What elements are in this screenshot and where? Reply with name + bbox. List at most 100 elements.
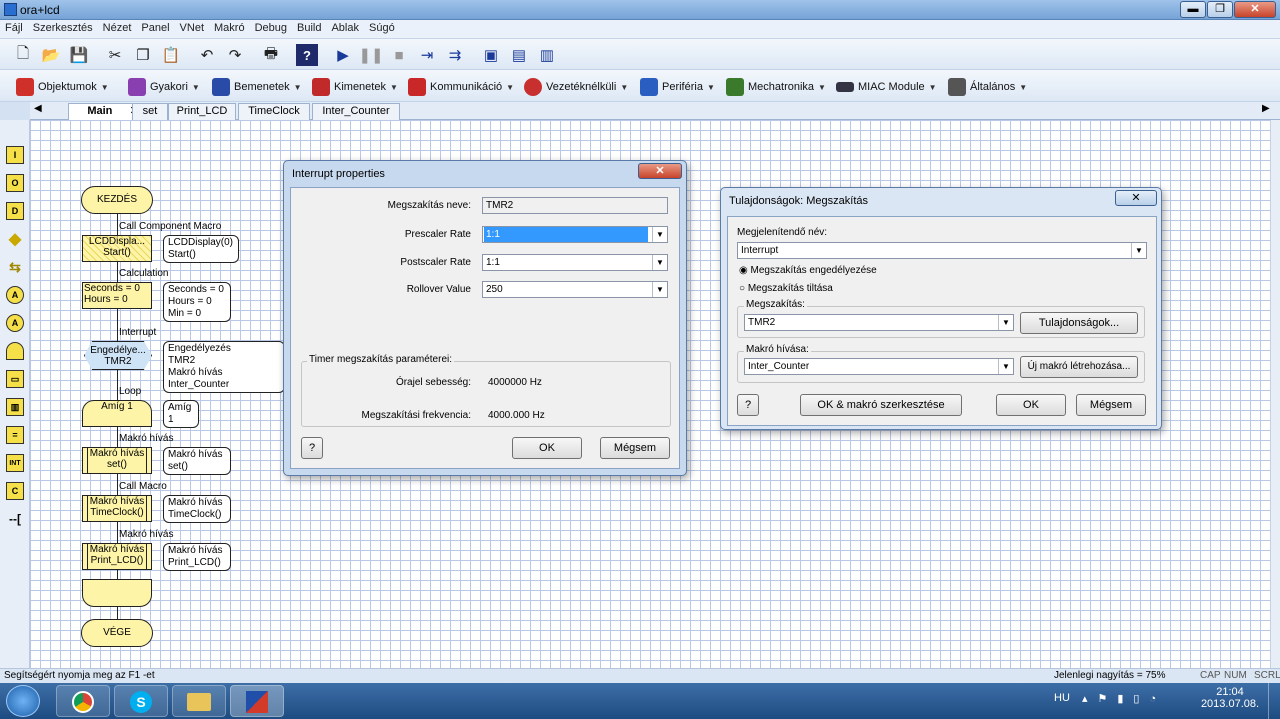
tab-timeclock[interactable]: TimeClock <box>238 103 310 120</box>
postscaler-select[interactable]: 1:1 ▼ <box>482 254 668 271</box>
macro-block-icon[interactable]: ▭ <box>6 370 24 388</box>
show-desktop-button[interactable] <box>1268 683 1280 719</box>
analog-input-icon[interactable]: A <box>6 286 24 304</box>
step-over-icon[interactable]: ⇉ <box>444 44 466 66</box>
redo-icon[interactable]: ↷ <box>224 44 246 66</box>
save-icon[interactable]: 💾 <box>68 44 90 66</box>
minimize-button[interactable]: ▬ <box>1180 1 1206 18</box>
step-into-icon[interactable]: ⇥ <box>416 44 438 66</box>
menu-window[interactable]: Ablak <box>326 20 364 36</box>
component-macro-icon[interactable]: ▥ <box>6 398 24 416</box>
switch-block-icon[interactable]: ⇆ <box>6 258 24 276</box>
ok-button[interactable]: OK <box>996 394 1066 416</box>
open-folder-icon[interactable]: 📂 <box>40 44 62 66</box>
decision-block-icon[interactable]: ◆ <box>6 230 24 248</box>
loop-block[interactable]: Amíg 1 <box>82 400 152 427</box>
undo-icon[interactable]: ↶ <box>196 44 218 66</box>
toolbar-group-outputs[interactable]: Kimenetek ▼ <box>312 76 398 98</box>
dialog-close-button[interactable]: ✕ <box>638 163 682 179</box>
program-icon[interactable]: ▥ <box>536 44 558 66</box>
menu-build[interactable]: Build <box>292 20 326 36</box>
input-block-icon[interactable]: I <box>6 146 24 164</box>
toolbar-group-mechatronics[interactable]: Mechatronika ▼ <box>726 76 826 98</box>
menu-macro[interactable]: Makró <box>209 20 250 36</box>
comment-block-icon[interactable]: --[ <box>6 510 24 528</box>
cancel-button[interactable]: Mégsem <box>1076 394 1146 416</box>
toolbar-group-objects[interactable]: Objektumok ▼ <box>16 76 109 98</box>
toolbar-group-miac[interactable]: MIAC Module ▼ <box>836 76 937 98</box>
menu-vnet[interactable]: VNet <box>175 20 209 36</box>
toolbar-group-communication[interactable]: Kommunikáció ▼ <box>408 76 514 98</box>
tab-set[interactable]: set <box>132 103 168 120</box>
loop-end-block[interactable] <box>82 579 152 607</box>
stop-icon[interactable]: ■ <box>388 44 410 66</box>
menu-file[interactable]: Fájl <box>0 20 28 36</box>
vertical-scrollbar[interactable] <box>1270 120 1280 668</box>
chevron-down-icon[interactable]: ▼ <box>998 315 1013 330</box>
component-macro-block[interactable]: LCDDispla... Start() <box>82 235 152 262</box>
copy-icon[interactable]: ❐ <box>132 44 154 66</box>
analog-output-icon[interactable]: A <box>6 314 24 332</box>
end-terminator[interactable]: VÉGE <box>81 619 153 647</box>
menu-debug[interactable]: Debug <box>250 20 292 36</box>
print-icon[interactable]: 🖶 <box>260 44 282 66</box>
macro-select[interactable]: Inter_Counter ▼ <box>744 358 1014 375</box>
start-button[interactable] <box>6 685 40 717</box>
radio-disable[interactable]: ○ Megszakítás tiltása <box>739 283 833 294</box>
chevron-down-icon[interactable]: ▼ <box>652 227 667 242</box>
menu-panel[interactable]: Panel <box>136 20 174 36</box>
pause-icon[interactable]: ❚❚ <box>358 44 383 66</box>
run-icon[interactable]: ▶ <box>332 44 354 66</box>
rollover-select[interactable]: 250 ▼ <box>482 281 668 298</box>
start-terminator[interactable]: KEZDÉS <box>81 186 153 214</box>
ok-button[interactable]: OK <box>512 437 582 459</box>
dialog-close-button[interactable]: ✕ <box>1115 190 1157 206</box>
close-button[interactable]: ✕ <box>1234 1 1276 18</box>
toolbar-group-peripheral[interactable]: Periféria ▼ <box>640 76 715 98</box>
new-macro-button[interactable]: Új makró létrehozása... <box>1020 356 1138 378</box>
display-name-field[interactable]: Interrupt ▼ <box>737 242 1147 259</box>
cut-icon[interactable]: ✂ <box>104 44 126 66</box>
macro-call-block[interactable]: Makró hívás Print_LCD() <box>82 543 152 570</box>
calculation-block[interactable]: Seconds = 0 Hours = 0 <box>82 282 152 309</box>
properties-button[interactable]: Tulajdonságok... <box>1020 312 1138 334</box>
clock[interactable]: 21:04 2013.07.08. <box>1200 686 1260 710</box>
scroll-right-icon[interactable]: ▶ <box>1262 103 1270 114</box>
toolbar-group-inputs[interactable]: Bemenetek ▼ <box>212 76 302 98</box>
help-icon[interactable]: ? <box>296 44 318 66</box>
delay-block-icon[interactable]: D <box>6 202 24 220</box>
tray-icons[interactable]: ▴⚑▮▯◔ <box>1082 692 1166 705</box>
toolbar-group-common[interactable]: Gyakori ▼ <box>128 76 200 98</box>
chevron-down-icon[interactable]: ▼ <box>1131 243 1146 258</box>
calculation-block-icon[interactable]: = <box>6 426 24 444</box>
chip-icon[interactable]: ▣ <box>480 44 502 66</box>
macro-call-block[interactable]: Makró hívás TimeClock() <box>82 495 152 522</box>
paste-icon[interactable]: 📋 <box>160 44 182 66</box>
cancel-button[interactable]: Mégsem <box>600 437 670 459</box>
scroll-left-icon[interactable]: ◀ <box>34 103 42 114</box>
interrupt-block[interactable]: Engedélye... TMR2 <box>84 341 152 370</box>
c-code-block-icon[interactable]: C <box>6 482 24 500</box>
chrome-app-icon[interactable] <box>56 685 110 717</box>
flowchart-canvas[interactable]: KEZDÉS Call Component Macro LCDDispla...… <box>30 120 1270 668</box>
menu-help[interactable]: Súgó <box>364 20 400 36</box>
flowcode-app-icon[interactable] <box>230 685 284 717</box>
help-button[interactable]: ? <box>737 394 759 416</box>
explorer-app-icon[interactable] <box>172 685 226 717</box>
interrupt-select[interactable]: TMR2 ▼ <box>744 314 1014 331</box>
language-indicator[interactable]: HU <box>1054 692 1070 704</box>
interrupt-block-icon[interactable]: INT <box>6 454 24 472</box>
toolbar-group-general[interactable]: Általános ▼ <box>948 76 1027 98</box>
ok-edit-macro-button[interactable]: OK & makró szerkesztése <box>800 394 962 416</box>
tab-print-lcd[interactable]: Print_LCD <box>168 103 236 120</box>
toolbar-group-wireless[interactable]: Vezetéknélküli ▼ <box>524 76 628 98</box>
chevron-down-icon[interactable]: ▼ <box>652 282 667 297</box>
output-block-icon[interactable]: O <box>6 174 24 192</box>
radio-enable[interactable]: ◉ Megszakítás engedélyezése <box>739 265 877 276</box>
loop-block-icon[interactable] <box>6 342 24 360</box>
skype-app-icon[interactable]: S <box>114 685 168 717</box>
prescaler-select[interactable]: 1:1 ▼ <box>482 226 668 243</box>
maximize-button[interactable]: ❐ <box>1207 1 1233 18</box>
new-file-icon[interactable]: 🗋 <box>12 44 34 66</box>
menu-edit[interactable]: Szerkesztés <box>28 20 98 36</box>
